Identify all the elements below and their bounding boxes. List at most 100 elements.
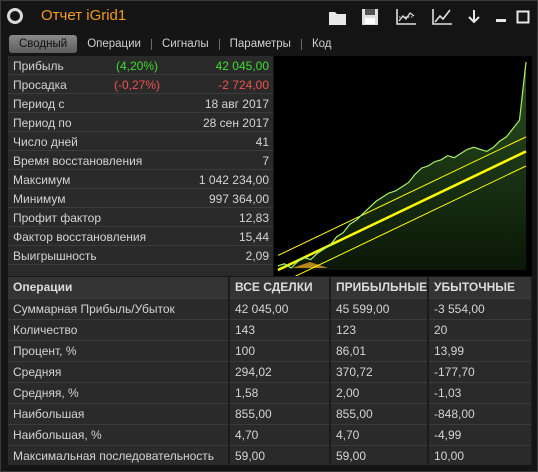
minimize-icon[interactable] (492, 6, 510, 28)
cell-profitable: 86,01 (330, 339, 429, 361)
summary-percent: (4,20%) (115, 59, 159, 73)
equity-chart-icon[interactable] (430, 6, 454, 28)
equity-chart (274, 56, 532, 286)
table-row: Количество 143 123 20 (8, 318, 533, 340)
summary-row-profit-factor: Профит фактор 12,83 (8, 208, 273, 227)
cell-profitable: 59,00 (330, 444, 429, 466)
cell-all: 59,00 (229, 444, 331, 466)
app-logo-icon (7, 8, 23, 24)
column-header-operations[interactable]: Операции (8, 277, 230, 298)
summary-label: Выигрышность (13, 249, 97, 263)
summary-row-win-rate: Выигрышность 2,09 (8, 246, 273, 265)
summary-label: Просадка (13, 78, 67, 92)
cell-all: 100 (229, 339, 331, 361)
table-row: Наибольшая 855,00 855,00 -848,00 (8, 402, 533, 424)
tab-summary[interactable]: Сводный (9, 35, 78, 53)
summary-label: Число дней (13, 135, 78, 149)
summary-row-recovery-factor: Фактор восстановления 15,44 (8, 227, 273, 246)
summary-label: Период по (13, 116, 72, 130)
tab-parameters[interactable]: Параметры (220, 35, 301, 53)
cell-losing: 20 (428, 318, 533, 340)
row-label: Процент, % (8, 339, 230, 361)
summary-row-days: Число дней 41 (8, 132, 273, 151)
summary-label: Фактор восстановления (13, 230, 147, 244)
summary-row-maximum: Максимум 1 042 234,00 (8, 170, 273, 189)
cell-all: 4,70 (229, 423, 331, 445)
stats-header-row: Операции ВСЕ СДЕЛКИ ПРИБЫЛЬНЫЕ УБЫТОЧНЫЕ (8, 277, 533, 298)
cell-profitable: 855,00 (330, 402, 429, 424)
row-label: Наибольшая, % (8, 423, 230, 445)
column-header-profitable[interactable]: ПРИБЫЛЬНЫЕ (330, 277, 429, 298)
column-header-losing[interactable]: УБЫТОЧНЫЕ (428, 277, 533, 298)
summary-value: 28 сен 2017 (202, 116, 269, 130)
equity-area (278, 62, 526, 270)
summary-row-period-to: Период по 28 сен 2017 (8, 113, 273, 132)
chart-compare-icon[interactable] (394, 6, 418, 28)
summary-value: 1 042 234,00 (198, 173, 269, 187)
folder-open-icon[interactable] (327, 6, 349, 28)
summary-label: Минимум (13, 192, 66, 206)
table-row: Максимальная последовательность 59,00 59… (8, 444, 533, 466)
table-row: Суммарная Прибыль/Убыток 42 045,00 45 59… (8, 297, 533, 319)
summary-label: Максимум (13, 173, 71, 187)
table-row: Наибольшая, % 4,70 4,70 -4,99 (8, 423, 533, 445)
tab-signals[interactable]: Сигналы (152, 35, 219, 53)
summary-value: 7 (262, 154, 269, 168)
row-label: Максимальная последовательность (8, 444, 230, 466)
cell-profitable: 370,72 (330, 360, 429, 382)
window-title: Отчет iGrid1 (41, 7, 127, 24)
summary-value: -2 724,00 (218, 78, 269, 92)
cell-all: 143 (229, 318, 331, 340)
summary-value: 997 364,00 (208, 192, 269, 206)
cell-losing: -177,70 (428, 360, 533, 382)
cell-losing: -3 554,00 (428, 297, 533, 319)
close-icon[interactable] (514, 6, 532, 28)
column-header-all-trades[interactable]: ВСЕ СДЕЛКИ (229, 277, 331, 298)
cell-losing: 10,00 (428, 444, 533, 466)
report-window: Отчет iGrid1 Сводный Операции Сигналы Па… (0, 0, 538, 472)
cell-all: 42 045,00 (229, 297, 331, 319)
tab-code[interactable]: Код (302, 35, 342, 53)
cell-profitable: 123 (330, 318, 429, 340)
cell-losing: -848,00 (428, 402, 533, 424)
summary-row-recovery-time: Время восстановления 7 (8, 151, 273, 170)
equity-chart-canvas (277, 61, 527, 286)
summary-label: Время восстановления (13, 154, 143, 168)
row-label: Средняя, % (8, 381, 230, 403)
summary-value: 41 (255, 135, 269, 149)
summary-label: Профит фактор (13, 211, 102, 225)
summary-value: 42 045,00 (215, 59, 269, 73)
table-row: Средняя, % 1,58 2,00 -1,03 (8, 381, 533, 403)
tab-operations[interactable]: Операции (77, 35, 151, 53)
tab-bar: Сводный Операции Сигналы Параметры Код (5, 34, 535, 54)
row-label: Наибольшая (8, 402, 230, 424)
cell-losing: 13,99 (428, 339, 533, 361)
row-label: Средняя (8, 360, 230, 382)
cell-profitable: 4,70 (330, 423, 429, 445)
stats-table: Операции ВСЕ СДЕЛКИ ПРИБЫЛЬНЫЕ УБЫТОЧНЫЕ… (8, 277, 533, 466)
row-label: Суммарная Прибыль/Убыток (8, 297, 230, 319)
stats-table-panel: Операции ВСЕ СДЕЛКИ ПРИБЫЛЬНЫЕ УБЫТОЧНЫЕ… (8, 277, 533, 466)
summary-panel: Прибыль (4,20%) 42 045,00 Просадка (-0,2… (8, 56, 273, 276)
summary-label: Прибыль (13, 59, 64, 73)
table-row: Процент, % 100 86,01 13,99 (8, 339, 533, 361)
summary-value: 18 авг 2017 (204, 97, 269, 111)
summary-row-period-from: Период с 18 авг 2017 (8, 94, 273, 113)
cell-all: 294,02 (229, 360, 331, 382)
summary-row-profit: Прибыль (4,20%) 42 045,00 (8, 56, 273, 75)
summary-row-drawdown: Просадка (-0,27%) -2 724,00 (8, 75, 273, 94)
summary-value: 2,09 (245, 249, 269, 263)
cell-all: 855,00 (229, 402, 331, 424)
cell-losing: -1,03 (428, 381, 533, 403)
row-label: Количество (8, 318, 230, 340)
summary-percent: (-0,27%) (113, 78, 160, 92)
summary-row-minimum: Минимум 997 364,00 (8, 189, 273, 208)
cell-profitable: 2,00 (330, 381, 429, 403)
summary-label: Период с (13, 97, 65, 111)
cell-losing: -4,99 (428, 423, 533, 445)
summary-value: 15,44 (238, 230, 269, 244)
title-bar: Отчет iGrid1 (1, 1, 537, 33)
save-icon[interactable] (359, 6, 381, 28)
cell-profitable: 45 599,00 (330, 297, 429, 319)
download-icon[interactable] (465, 6, 483, 28)
